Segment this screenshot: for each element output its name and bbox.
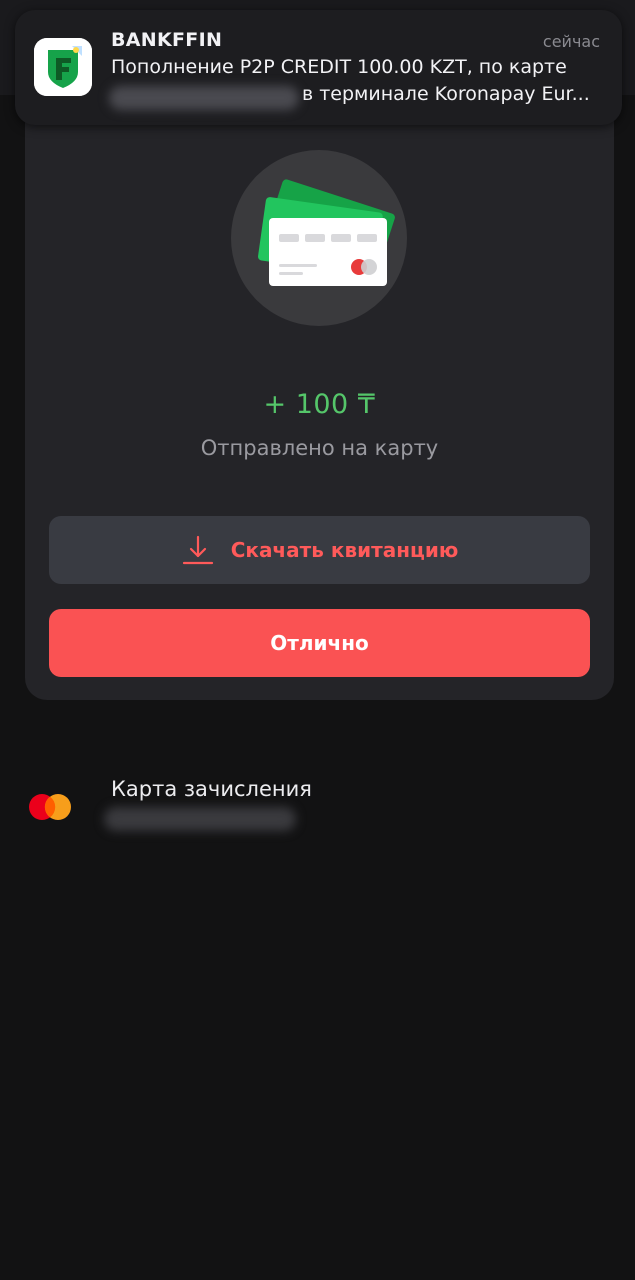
notification-app-name: BANKFFIN — [111, 29, 223, 51]
recipient-card-title: Карта зачисления — [111, 777, 312, 801]
push-notification[interactable]: BANKFFIN сейчас Пополнение P2P CREDIT 10… — [15, 10, 622, 125]
ok-button-label: Отлично — [270, 631, 369, 655]
download-receipt-button[interactable]: Скачать квитанцию — [49, 516, 590, 584]
transfer-status-text: Отправлено на карту — [200, 436, 439, 460]
mastercard-logo-icon — [29, 794, 71, 820]
card-illustration — [231, 150, 407, 326]
card-number-redacted — [104, 807, 296, 831]
transfer-result-sheet: + 100 ₸ Отправлено на карту Скачать квит… — [25, 98, 614, 700]
notification-message-line2: в терминале Koronapay Eur... — [302, 83, 590, 105]
transfer-amount: + 100 ₸ — [263, 389, 376, 420]
card-with-banknotes-icon — [258, 179, 395, 286]
ok-button[interactable]: Отлично — [49, 609, 590, 677]
download-icon — [182, 535, 213, 565]
notification-card-number-redacted — [109, 86, 299, 110]
download-receipt-label: Скачать квитанцию — [230, 538, 459, 562]
screen: + 100 ₸ Отправлено на карту Скачать квит… — [0, 0, 635, 1280]
recipient-card-row: Карта зачисления — [0, 765, 635, 845]
app-icon — [34, 38, 92, 96]
bank-logo-icon — [34, 38, 92, 96]
notification-time: сейчас — [542, 32, 600, 51]
notification-message-line1: Пополнение P2P CREDIT 100.00 KZT, по кар… — [111, 56, 567, 78]
